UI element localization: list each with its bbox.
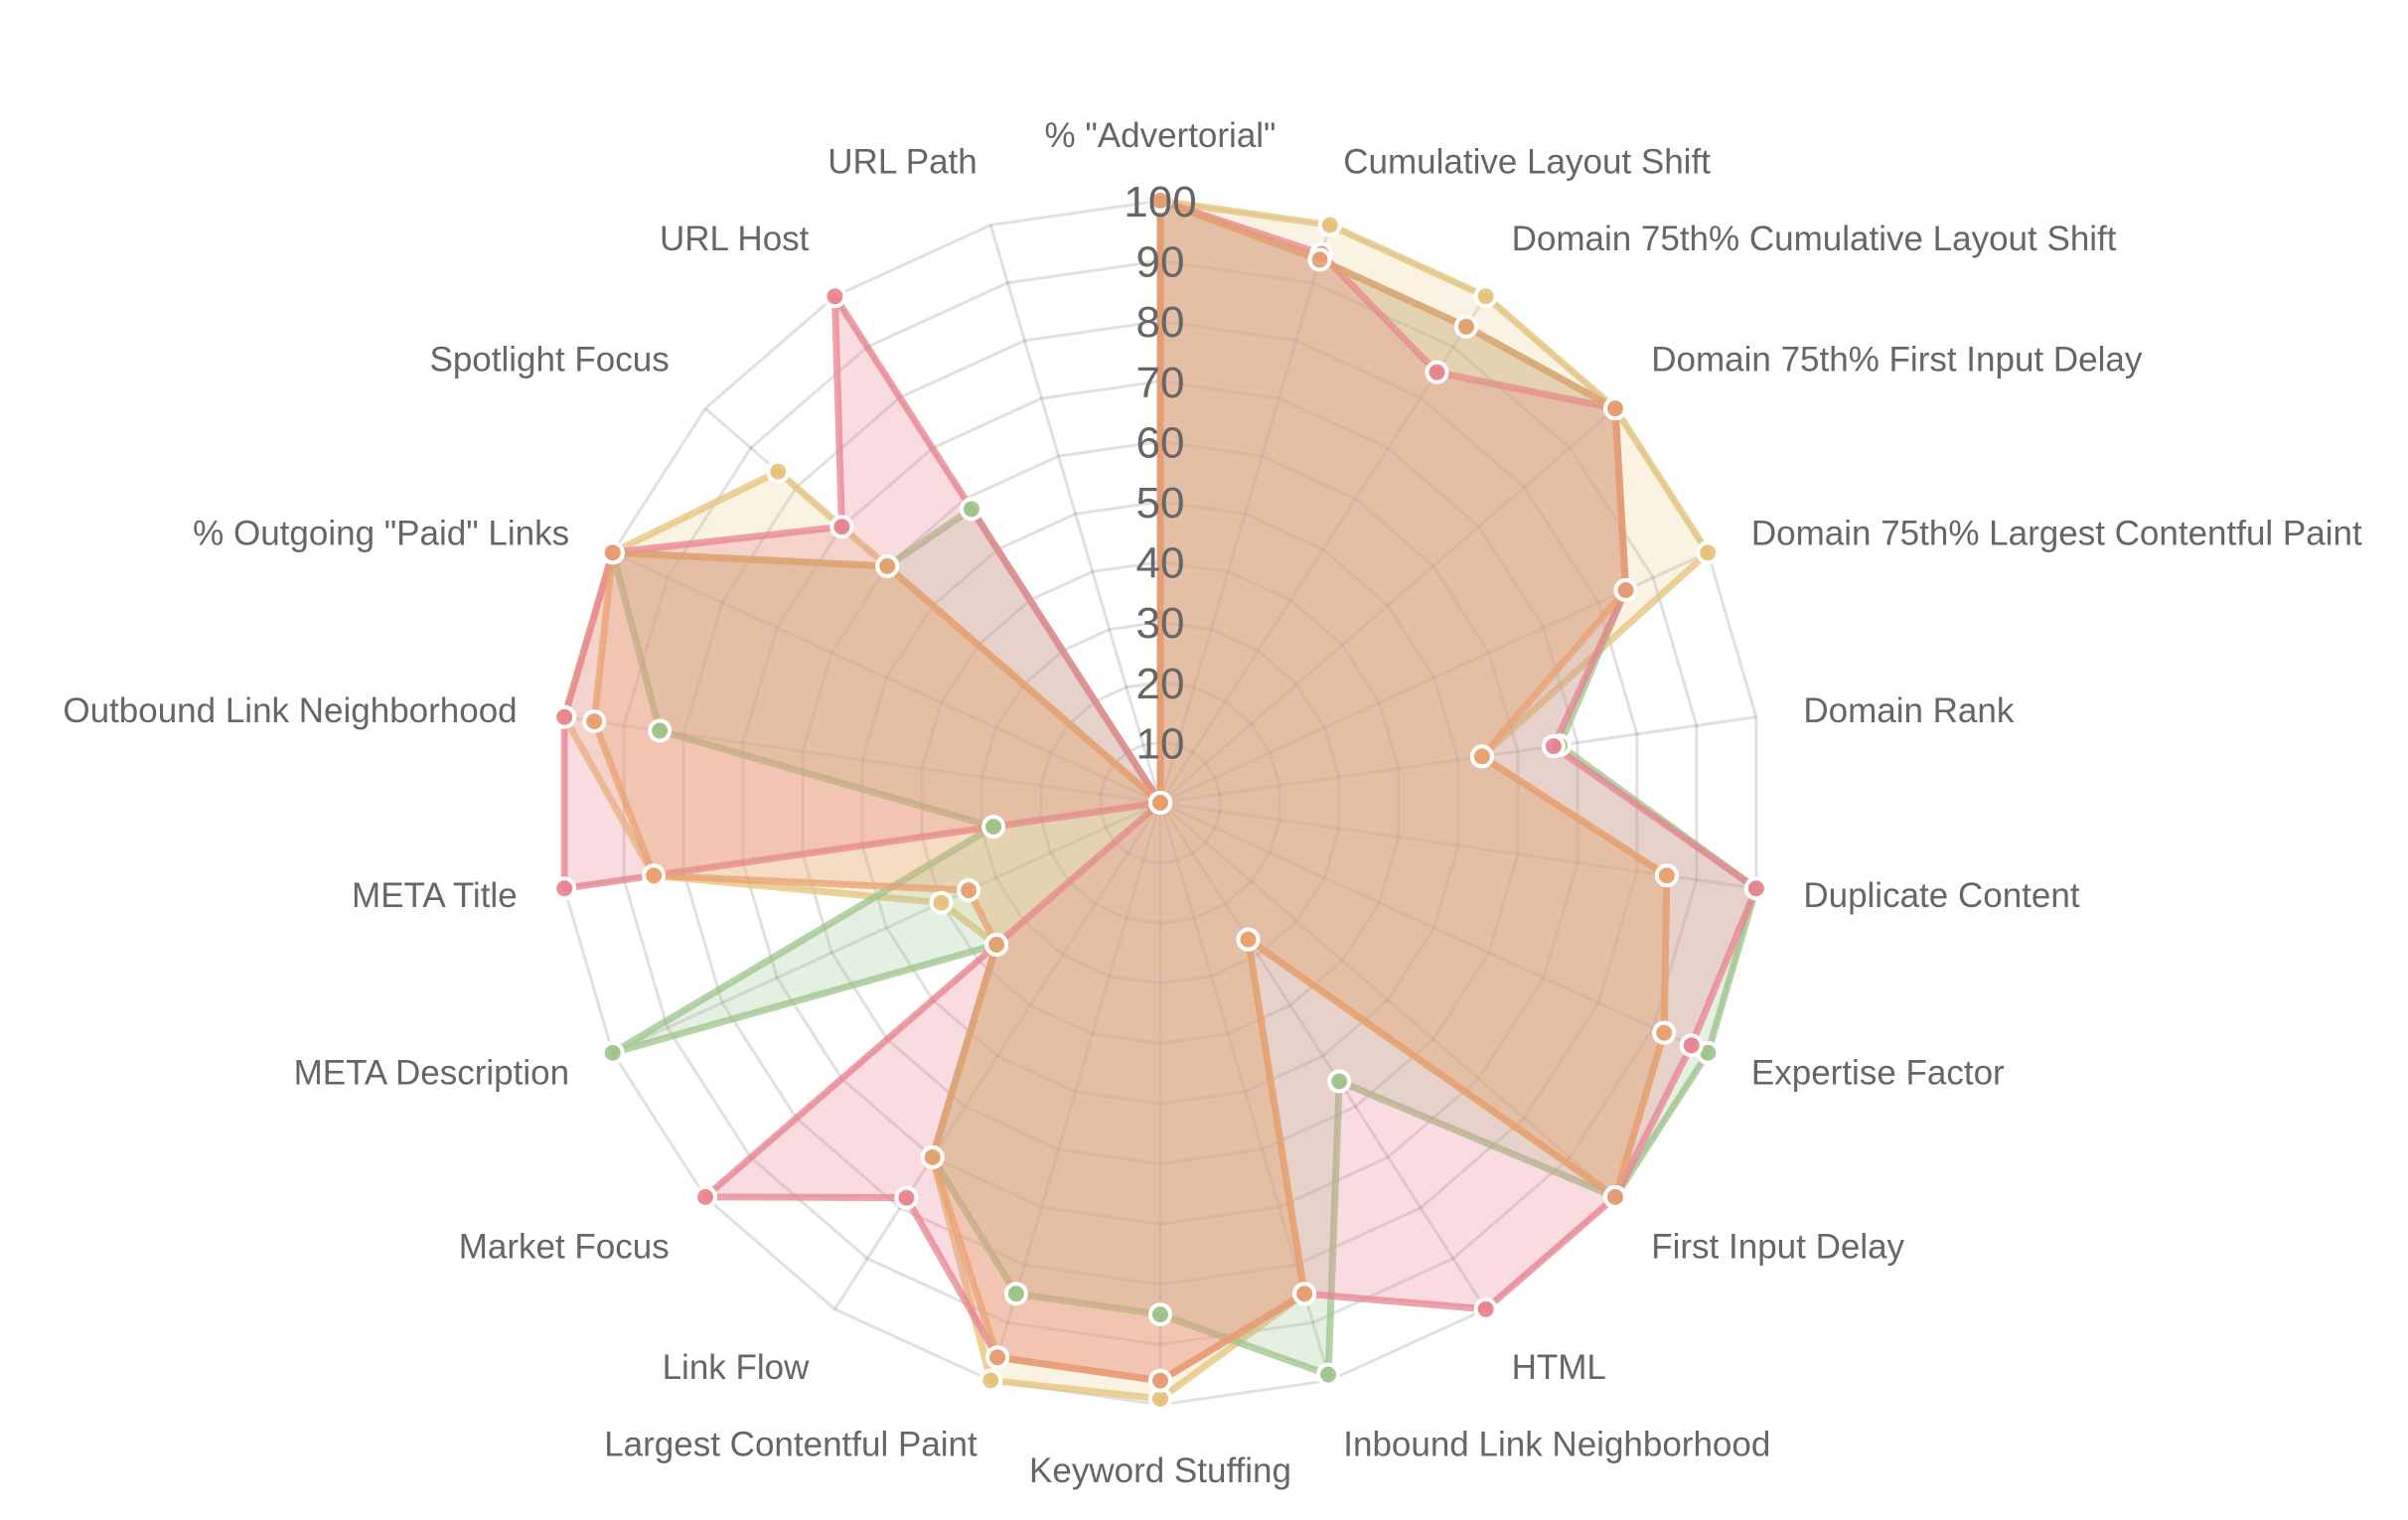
- data-point[interactable]: [1148, 791, 1172, 815]
- axis-label: % Outgoing "Paid" Links: [193, 514, 569, 552]
- data-point[interactable]: [823, 284, 847, 309]
- tick-label: 40: [1136, 539, 1185, 588]
- axis-label: Duplicate Content: [1803, 876, 2079, 915]
- axis-label: Domain Rank: [1803, 691, 2015, 730]
- data-point[interactable]: [1148, 1368, 1172, 1393]
- tick-label: 80: [1136, 298, 1185, 347]
- axis-label: Link Flow: [663, 1348, 811, 1387]
- data-point[interactable]: [829, 515, 854, 539]
- data-point[interactable]: [693, 1184, 718, 1209]
- data-point[interactable]: [894, 1185, 919, 1210]
- tick-label: 10: [1136, 719, 1185, 768]
- data-point[interactable]: [1602, 396, 1627, 421]
- radar-chart: 10 20 30 40 50 60 70 80 90 100 % "Advertorial" Cum…: [63, 116, 2362, 1490]
- data-point[interactable]: [1148, 1302, 1172, 1327]
- tick-label: 30: [1136, 599, 1185, 648]
- data-point[interactable]: [1473, 1296, 1498, 1321]
- data-point[interactable]: [929, 890, 954, 915]
- data-point[interactable]: [957, 878, 981, 903]
- data-point[interactable]: [600, 540, 625, 565]
- data-point[interactable]: [766, 459, 791, 484]
- data-point[interactable]: [981, 815, 1006, 839]
- data-point[interactable]: [1613, 578, 1638, 603]
- data-point[interactable]: [1003, 1282, 1028, 1306]
- data-point[interactable]: [1453, 314, 1478, 339]
- tick-label: 70: [1136, 359, 1185, 407]
- axis-label: % "Advertorial": [1045, 116, 1277, 155]
- tick-label: 20: [1136, 660, 1185, 708]
- data-point[interactable]: [1316, 1362, 1341, 1387]
- axis-label: Market Focus: [459, 1227, 670, 1266]
- data-point[interactable]: [985, 1345, 1010, 1370]
- axis-label: META Title: [352, 876, 518, 915]
- data-point[interactable]: [1327, 1069, 1352, 1094]
- tick-label: 60: [1136, 418, 1185, 467]
- data-point[interactable]: [1743, 876, 1768, 901]
- axis-label: Domain 75th% Largest Contentful Paint: [1751, 514, 2362, 552]
- axis-label: Cumulative Layout Shift: [1343, 142, 1711, 181]
- data-point[interactable]: [1654, 863, 1679, 888]
- axis-label: Inbound Link Neighborhood: [1343, 1426, 1770, 1464]
- axis-label: Keyword Stuffing: [1029, 1451, 1291, 1490]
- data-point[interactable]: [875, 553, 900, 578]
- tick-label: 100: [1124, 178, 1196, 227]
- data-point[interactable]: [1696, 540, 1721, 565]
- data-point[interactable]: [959, 497, 983, 522]
- axis-label: Domain 75th% First Input Delay: [1651, 341, 2143, 380]
- data-point[interactable]: [1679, 1033, 1704, 1058]
- data-point[interactable]: [1602, 1184, 1627, 1209]
- data-point[interactable]: [552, 876, 577, 901]
- data-point[interactable]: [1473, 284, 1498, 309]
- axis-label: Largest Contentful Paint: [604, 1426, 978, 1464]
- data-point[interactable]: [642, 863, 667, 888]
- tick-label: 90: [1136, 238, 1185, 287]
- data-point[interactable]: [1425, 360, 1449, 384]
- data-point[interactable]: [582, 709, 607, 734]
- axis-label: META Description: [294, 1054, 570, 1093]
- axis-label: Domain 75th% Cumulative Layout Shift: [1512, 220, 2117, 258]
- axis-label: Outbound Link Neighborhood: [63, 691, 517, 730]
- data-point[interactable]: [1236, 927, 1261, 952]
- axis-label: HTML: [1512, 1348, 1606, 1387]
- data-point[interactable]: [978, 1368, 1003, 1393]
- tick-label: 50: [1136, 479, 1185, 528]
- axis-label: Spotlight Focus: [429, 341, 669, 380]
- data-point[interactable]: [920, 1144, 945, 1169]
- data-point[interactable]: [1292, 1282, 1317, 1306]
- data-point[interactable]: [1652, 1020, 1677, 1045]
- data-point[interactable]: [648, 718, 673, 743]
- data-point[interactable]: [552, 704, 577, 729]
- data-point[interactable]: [1469, 744, 1494, 769]
- data-point[interactable]: [1317, 213, 1342, 237]
- data-point[interactable]: [984, 932, 1009, 957]
- axis-label: URL Host: [660, 220, 810, 258]
- data-point[interactable]: [600, 1040, 625, 1065]
- data-point[interactable]: [1307, 247, 1332, 272]
- data-point[interactable]: [1541, 734, 1566, 759]
- axis-label: First Input Delay: [1651, 1227, 1904, 1266]
- axis-label: URL Path: [828, 142, 977, 181]
- axis-label: Expertise Factor: [1751, 1054, 2005, 1093]
